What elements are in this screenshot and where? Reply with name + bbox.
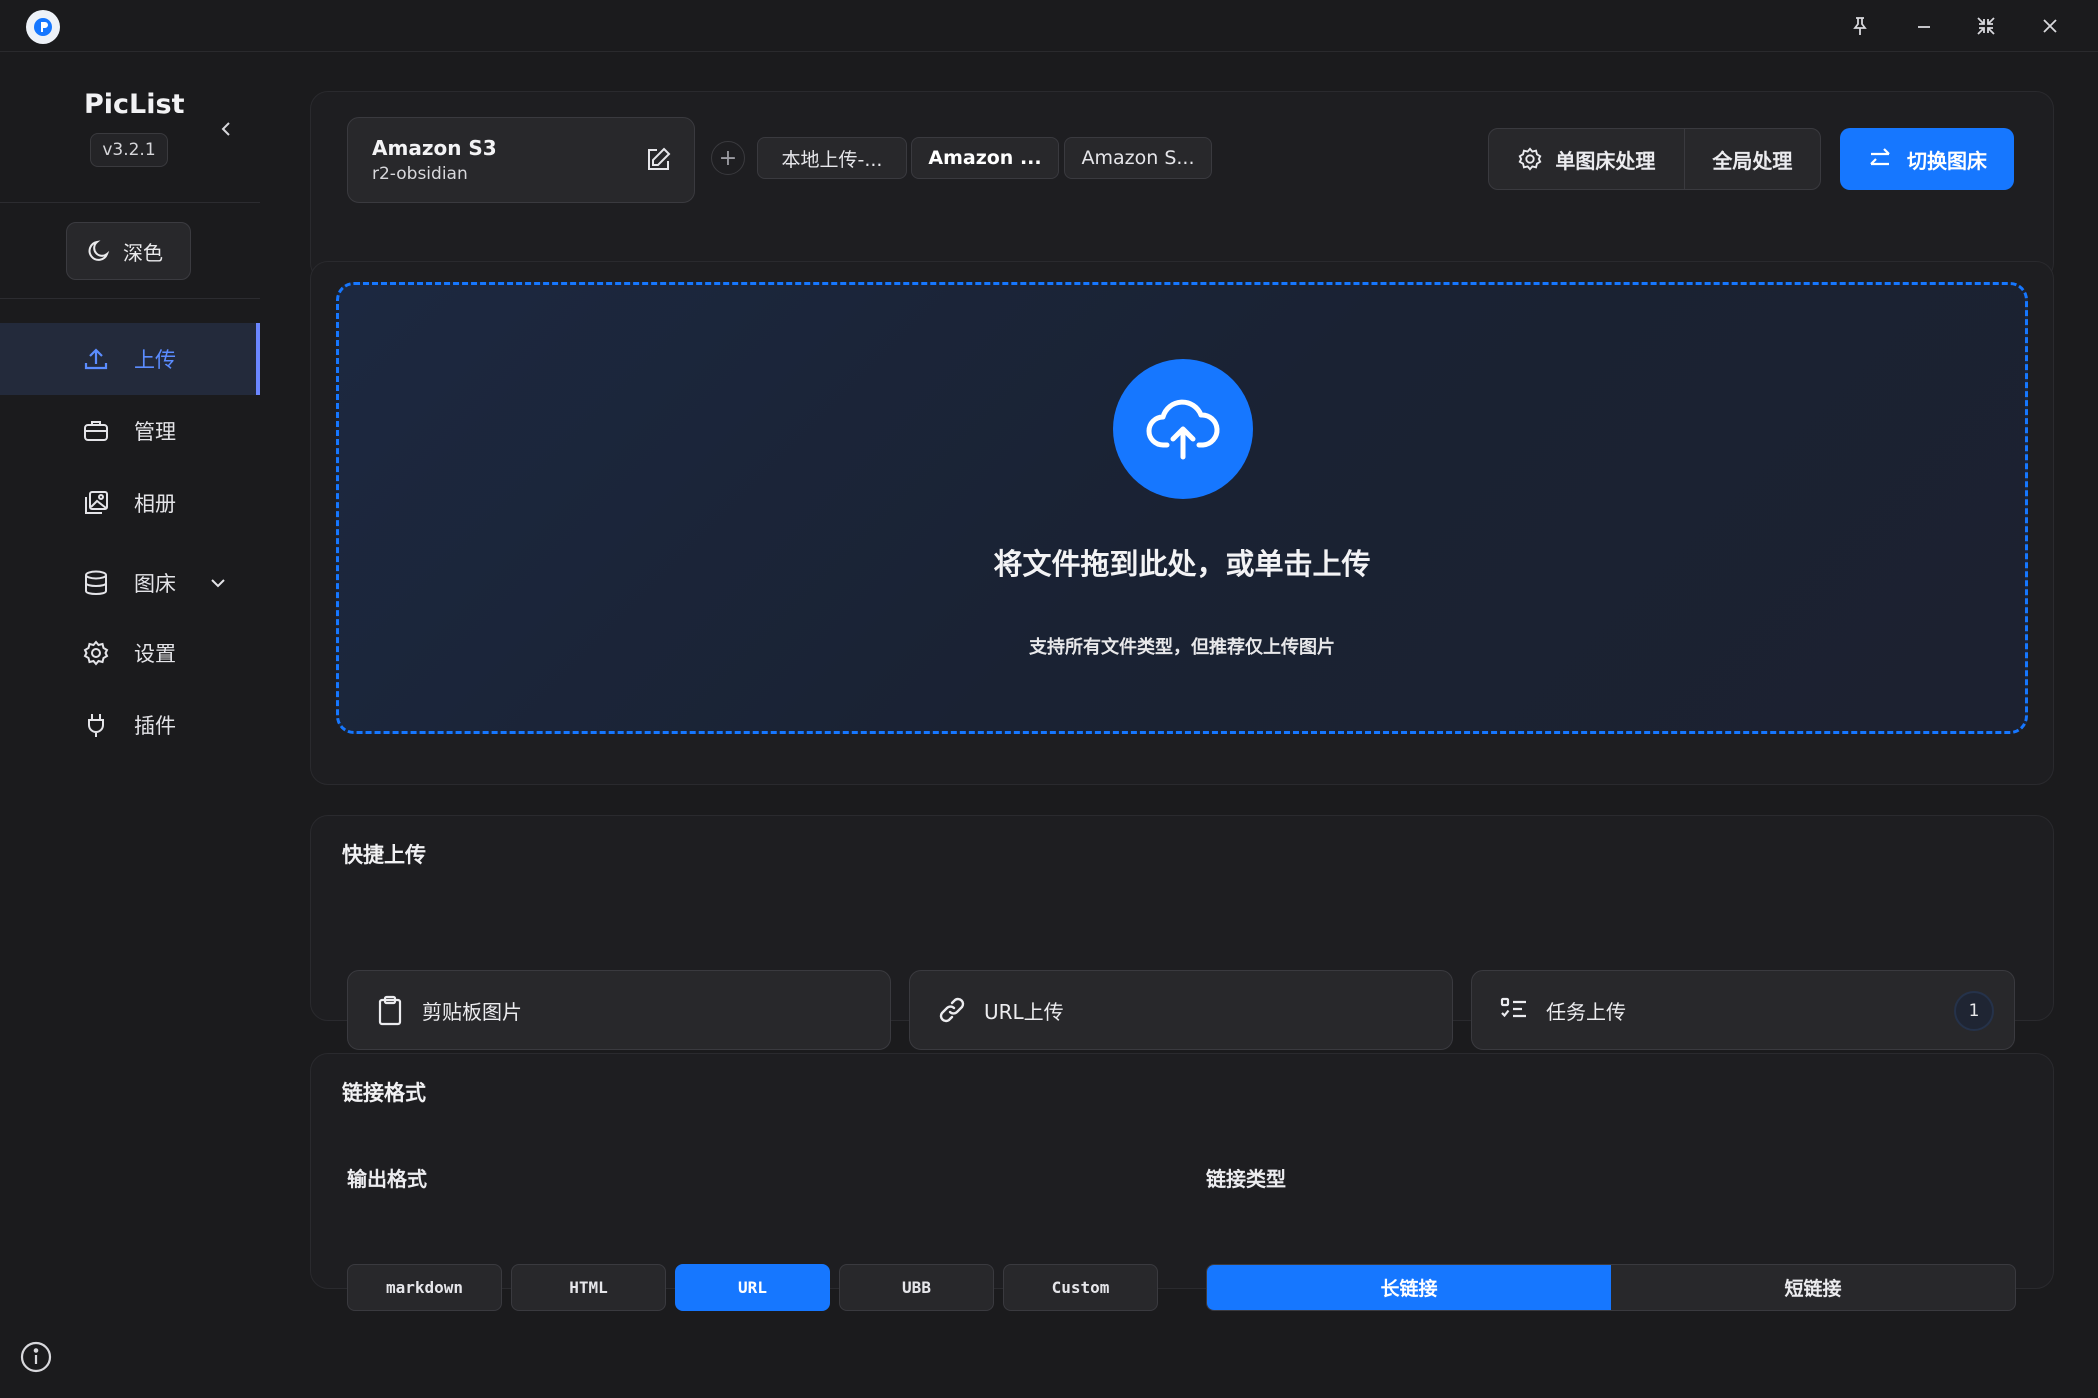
sidebar-item-plugins[interactable]: 插件 [0, 689, 260, 761]
app-name: PicList [84, 89, 185, 120]
title-bar [0, 0, 2098, 52]
picbed-tab[interactable]: Amazon S... [1064, 137, 1212, 179]
current-picbed-config: r2-obsidian [372, 164, 468, 184]
plug-icon [80, 709, 112, 741]
database-icon [80, 567, 112, 599]
divider [0, 298, 260, 299]
current-picbed-card[interactable]: Amazon S3 r2-obsidian [347, 117, 695, 203]
theme-label: 深色 [123, 240, 163, 265]
version-badge: v3.2.1 [90, 133, 168, 167]
link-format-title: 链接格式 [342, 1081, 426, 1105]
sidebar-item-upload[interactable]: 上传 [0, 323, 260, 395]
quick-upload-title: 快捷上传 [342, 843, 426, 867]
url-upload-label: URL上传 [984, 999, 1064, 1024]
picbed-tab-active[interactable]: Amazon ... [911, 137, 1059, 179]
task-list-icon [1498, 994, 1530, 1026]
sidebar: PicList v3.2.1 深色 上传 管理 相册 图床 设置 插件 [0, 53, 260, 1398]
collapse-sidebar-button[interactable] [212, 115, 240, 143]
gear-icon [1517, 146, 1543, 172]
task-count-badge: 1 [1954, 991, 1994, 1031]
dropzone-subtitle: 支持所有文件类型，但推荐仅上传图片 [1029, 637, 1335, 658]
gear-icon [80, 637, 112, 669]
output-format-label: 输出格式 [347, 1167, 427, 1191]
sidebar-item-label: 设置 [134, 642, 176, 666]
switch-picbed-label: 切换图床 [1907, 148, 1987, 173]
format-option-ubb[interactable]: UBB [839, 1264, 994, 1311]
main-content: Amazon S3 r2-obsidian + 本地上传-... Amazon … [260, 53, 2098, 1398]
link-type-label: 链接类型 [1206, 1167, 1286, 1191]
format-option-html[interactable]: HTML [511, 1264, 666, 1311]
sidebar-item-settings[interactable]: 设置 [0, 617, 260, 689]
current-picbed-name: Amazon S3 [372, 136, 497, 160]
pin-icon[interactable] [1836, 6, 1884, 46]
clipboard-icon [374, 994, 406, 1026]
sidebar-item-manage[interactable]: 管理 [0, 395, 260, 467]
link-format-card [310, 1053, 2054, 1289]
upload-icon [80, 343, 112, 375]
gallery-icon [80, 487, 112, 519]
divider [0, 202, 260, 203]
minimize-icon[interactable] [1900, 6, 1948, 46]
app-logo [26, 10, 60, 44]
link-type-short[interactable]: 短链接 [1611, 1265, 2015, 1310]
switch-picbed-button[interactable]: 切换图床 [1840, 128, 2014, 190]
close-icon[interactable] [2026, 6, 2074, 46]
chevron-down-icon[interactable] [208, 573, 228, 593]
dropzone-title: 将文件拖到此处，或单击上传 [993, 547, 1371, 581]
format-option-markdown[interactable]: markdown [347, 1264, 502, 1311]
clipboard-upload-label: 剪贴板图片 [422, 999, 522, 1024]
task-upload-button[interactable]: 任务上传 1 [1471, 970, 2015, 1050]
compress-icon[interactable] [1962, 6, 2010, 46]
task-upload-label: 任务上传 [1546, 999, 1626, 1024]
sidebar-item-label: 相册 [134, 492, 176, 516]
single-process-label: 单图床处理 [1555, 148, 1656, 173]
cloud-upload-icon [1113, 359, 1253, 499]
clipboard-upload-button[interactable]: 剪贴板图片 [347, 970, 891, 1050]
edit-icon[interactable] [644, 146, 672, 174]
sidebar-item-gallery[interactable]: 相册 [0, 467, 260, 539]
moon-icon [85, 237, 113, 265]
format-option-custom[interactable]: Custom [1003, 1264, 1158, 1311]
picbed-tab[interactable]: 本地上传-... [757, 137, 907, 179]
sidebar-item-label: 插件 [134, 714, 176, 738]
sidebar-item-label: 上传 [134, 348, 176, 372]
process-button-group: 单图床处理 全局处理 [1488, 128, 1821, 190]
link-type-toggle: 长链接 短链接 [1206, 1264, 2016, 1311]
url-upload-button[interactable]: URL上传 [909, 970, 1453, 1050]
upload-dropzone[interactable]: 将文件拖到此处，或单击上传 支持所有文件类型，但推荐仅上传图片 [336, 282, 2028, 734]
sidebar-item-picbed[interactable]: 图床 [0, 547, 260, 619]
sidebar-item-label: 管理 [134, 420, 176, 444]
add-picbed-button[interactable]: + [711, 141, 745, 175]
global-process-button[interactable]: 全局处理 [1683, 129, 1820, 189]
plus-icon: + [718, 145, 738, 171]
briefcase-icon [80, 415, 112, 447]
info-icon[interactable] [18, 1339, 54, 1375]
format-option-url[interactable]: URL [675, 1264, 830, 1311]
link-icon [936, 994, 968, 1026]
single-picbed-process-button[interactable]: 单图床处理 [1489, 129, 1684, 189]
link-type-long[interactable]: 长链接 [1207, 1265, 1611, 1310]
swap-icon [1867, 146, 1893, 172]
theme-toggle-button[interactable]: 深色 [66, 222, 191, 280]
sidebar-item-label: 图床 [134, 572, 176, 596]
